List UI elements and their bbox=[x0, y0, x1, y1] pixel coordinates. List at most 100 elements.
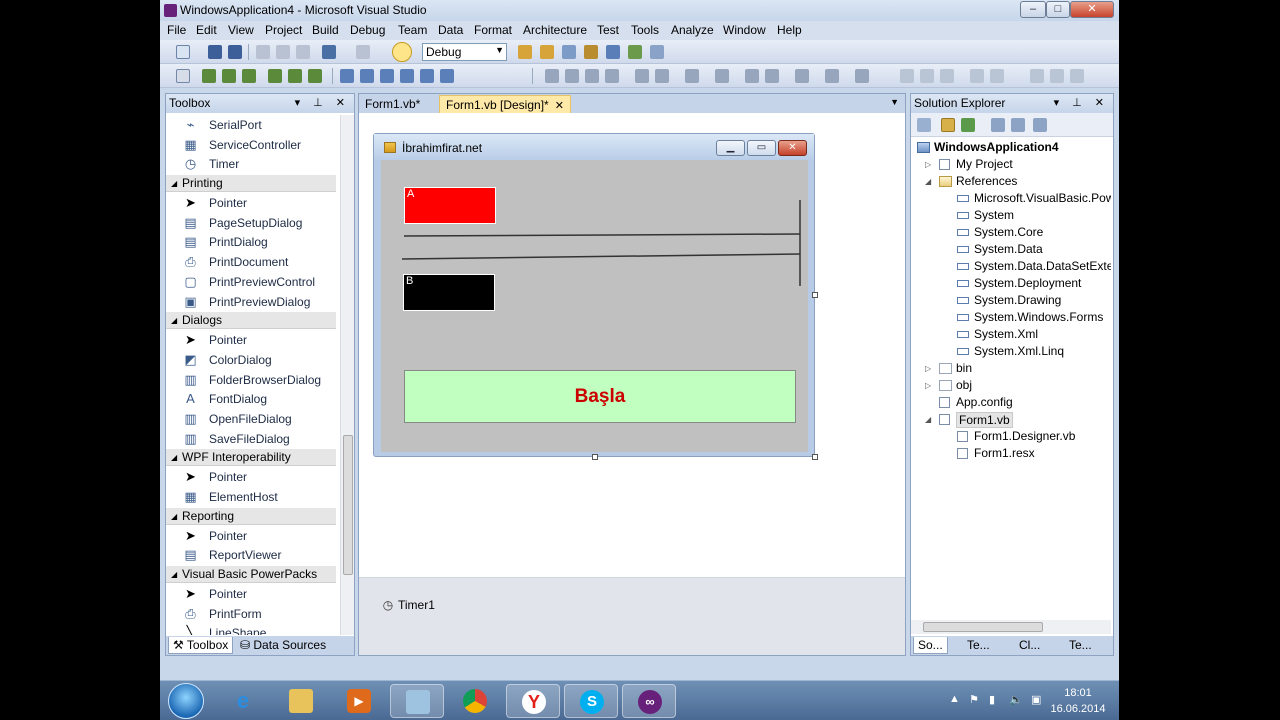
decrease-spacing-icon[interactable] bbox=[765, 69, 779, 83]
minimize-button[interactable]: – bbox=[1020, 1, 1046, 18]
tree-node[interactable]: ◢ References bbox=[911, 173, 1111, 190]
taskbar-notepad[interactable] bbox=[390, 684, 444, 718]
tab-team-explorer[interactable]: Te... bbox=[963, 637, 994, 654]
action-center-icon[interactable]: ⚑ bbox=[969, 693, 979, 706]
taskbar-visual-studio[interactable]: ∞ bbox=[622, 684, 676, 718]
tab-solution-explorer[interactable]: So... bbox=[913, 637, 948, 654]
toolbox-scrollbar[interactable] bbox=[340, 115, 354, 635]
scrollbar-thumb[interactable] bbox=[343, 435, 353, 575]
increase-spacing-icon[interactable] bbox=[745, 69, 759, 83]
find-in-files-icon[interactable] bbox=[518, 45, 532, 59]
resize-grip[interactable] bbox=[812, 292, 818, 298]
toolbox-category-reporting[interactable]: ◢ Reporting bbox=[166, 507, 336, 525]
chevron-down-icon[interactable]: ▼ bbox=[890, 97, 899, 107]
toolbox-item-printdocument[interactable]: ⎙ PrintDocument bbox=[166, 252, 338, 272]
toolbox-item-printpreviewdialog[interactable]: ▣ PrintPreviewDialog bbox=[166, 292, 338, 312]
tree-node[interactable]: ▷ bin bbox=[911, 360, 1111, 377]
timer1-component[interactable]: ◷ Timer1 bbox=[381, 598, 435, 612]
redo-icon[interactable] bbox=[356, 45, 370, 59]
toolbox-item-colordialog[interactable]: ◩ ColorDialog bbox=[166, 350, 338, 370]
menu-window[interactable]: Window bbox=[723, 23, 766, 37]
menu-edit[interactable]: Edit bbox=[196, 23, 217, 37]
toolbox-item-servicecontroller[interactable]: ▦ ServiceController bbox=[166, 135, 338, 155]
tab-data-sources[interactable]: ⛁ Data Sources bbox=[236, 637, 330, 654]
save-all-icon[interactable] bbox=[228, 45, 242, 59]
toolbox-category-printing[interactable]: ◢ Printing bbox=[166, 175, 336, 193]
tree-node[interactable]: ◢ Form1.vb bbox=[911, 411, 1111, 428]
tree-node[interactable]: System.Deployment bbox=[911, 275, 1111, 292]
copy-icon[interactable] bbox=[276, 45, 290, 59]
toolbox-category-wpf-interoperability[interactable]: ◢ WPF Interoperability bbox=[166, 449, 336, 467]
taskbar-skype[interactable]: S bbox=[564, 684, 618, 718]
tree-node[interactable]: App.config bbox=[911, 394, 1111, 411]
align-tops-icon[interactable] bbox=[268, 69, 282, 83]
make-same-width-icon[interactable] bbox=[340, 69, 354, 83]
toolbox-item-serialport[interactable]: ⌁ SerialPort bbox=[166, 115, 338, 135]
taskbar-yandex-browser[interactable]: Y bbox=[506, 684, 560, 718]
remove-spacing-icon[interactable] bbox=[795, 69, 809, 83]
tree-node[interactable]: System.Data bbox=[911, 241, 1111, 258]
network-icon[interactable]: ▮ bbox=[989, 693, 995, 706]
basla-button[interactable]: Başla bbox=[404, 370, 796, 423]
layout-option-icon[interactable] bbox=[940, 69, 954, 83]
layout-option-icon[interactable] bbox=[970, 69, 984, 83]
undo-icon[interactable] bbox=[322, 45, 336, 59]
menu-file[interactable]: File bbox=[167, 23, 186, 37]
taskbar-chrome[interactable] bbox=[448, 684, 502, 718]
size-to-grid-icon[interactable] bbox=[400, 69, 414, 83]
toolbox-item-timer[interactable]: ◷ Timer bbox=[166, 154, 338, 174]
toolbox-category-dialogs[interactable]: ◢ Dialogs bbox=[166, 312, 336, 330]
layout-option-icon[interactable] bbox=[1070, 69, 1084, 83]
align-centers-icon[interactable] bbox=[222, 69, 236, 83]
extension-manager-icon[interactable] bbox=[650, 45, 664, 59]
object-browser-icon[interactable] bbox=[606, 45, 620, 59]
maximize-button[interactable]: □ bbox=[1046, 1, 1070, 18]
layout-option-icon[interactable] bbox=[900, 69, 914, 83]
make-same-size-icon[interactable] bbox=[380, 69, 394, 83]
close-button[interactable]: ✕ bbox=[1070, 1, 1114, 18]
bring-to-front-icon[interactable] bbox=[585, 69, 599, 83]
menu-help[interactable]: Help bbox=[777, 23, 802, 37]
menu-debug[interactable]: Debug bbox=[350, 23, 385, 37]
more-layout-icon[interactable] bbox=[855, 69, 869, 83]
toolbox-item-folderbrowserdialog[interactable]: ▥ FolderBrowserDialog bbox=[166, 370, 338, 390]
class-diagram-icon[interactable] bbox=[1033, 118, 1047, 132]
tab-form1-code[interactable]: Form1.vb* bbox=[359, 95, 426, 113]
menu-architecture[interactable]: Architecture bbox=[523, 23, 587, 37]
properties-icon[interactable] bbox=[917, 118, 931, 132]
layout-option-icon[interactable] bbox=[920, 69, 934, 83]
language-icon[interactable]: ▣ bbox=[1031, 693, 1041, 706]
menu-view[interactable]: View bbox=[228, 23, 254, 37]
taskbar-internet-explorer[interactable]: e bbox=[216, 684, 270, 718]
menu-project[interactable]: Project bbox=[265, 23, 302, 37]
toolbox-icon[interactable] bbox=[584, 45, 598, 59]
toolbox-item-pointer[interactable]: ➤ Pointer bbox=[166, 330, 338, 350]
resize-grip[interactable] bbox=[592, 454, 598, 460]
toolbox-item-openfiledialog[interactable]: ▥ OpenFileDialog bbox=[166, 409, 338, 429]
toolbox-item-pointer[interactable]: ➤ Pointer bbox=[166, 526, 338, 546]
line-shape-1[interactable] bbox=[403, 233, 801, 237]
toolbox-item-reportviewer[interactable]: ▤ ReportViewer bbox=[166, 545, 338, 565]
align-bottoms-icon[interactable] bbox=[308, 69, 322, 83]
distribute-vertically-icon[interactable] bbox=[655, 69, 669, 83]
expand-triangle-icon[interactable]: ▷ bbox=[925, 360, 931, 377]
toolbox-item-fontdialog[interactable]: A FontDialog bbox=[166, 389, 338, 409]
tree-node[interactable]: System.Windows.Forms bbox=[911, 309, 1111, 326]
solution-horizontal-scrollbar[interactable] bbox=[911, 620, 1111, 634]
menu-tools[interactable]: Tools bbox=[631, 23, 659, 37]
paste-icon[interactable] bbox=[296, 45, 310, 59]
label-b[interactable]: B bbox=[403, 274, 495, 311]
tree-node[interactable]: Form1.Designer.vb bbox=[911, 428, 1111, 445]
toolbox-item-lineshape[interactable]: ╲ LineShape bbox=[166, 623, 338, 635]
tree-node[interactable]: System bbox=[911, 207, 1111, 224]
clock-time[interactable]: 18:01 bbox=[1048, 687, 1108, 699]
tree-node[interactable]: ▷ My Project bbox=[911, 156, 1111, 173]
solution-explorer-icon[interactable] bbox=[540, 45, 554, 59]
line-shape-2[interactable] bbox=[401, 253, 801, 260]
tab-test-view[interactable]: Te... bbox=[1065, 637, 1096, 654]
panel-buttons[interactable]: ▾ ⊥ ✕ bbox=[1054, 96, 1109, 109]
menu-team[interactable]: Team bbox=[398, 23, 427, 37]
horizontal-spacing-icon[interactable] bbox=[420, 69, 434, 83]
collapse-triangle-icon[interactable]: ◢ bbox=[925, 411, 931, 428]
center-horizontally-icon[interactable] bbox=[545, 69, 559, 83]
